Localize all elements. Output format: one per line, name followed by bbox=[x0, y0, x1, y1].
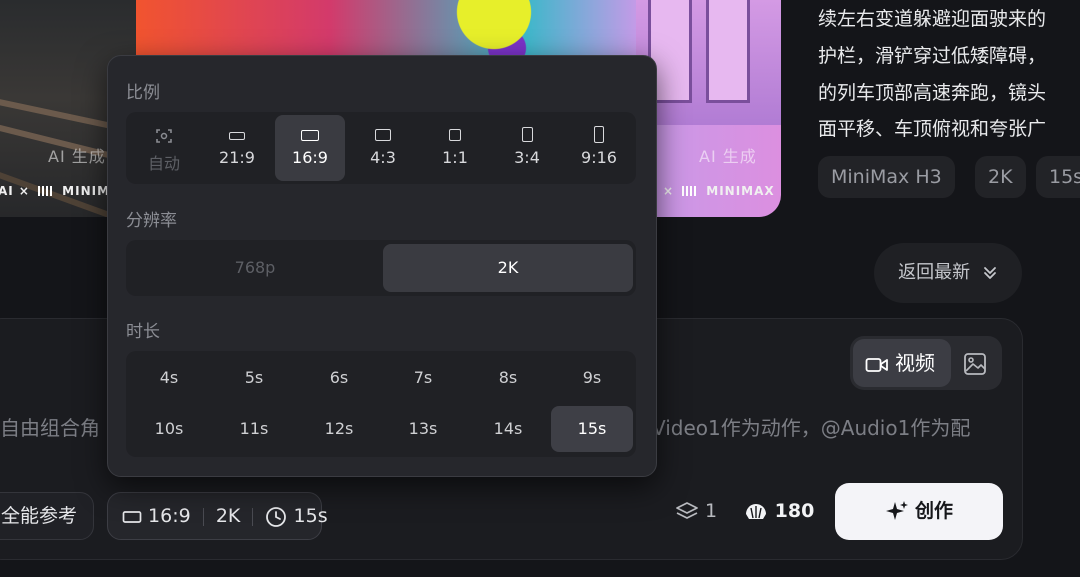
duration-option-9s[interactable]: 9s bbox=[551, 355, 633, 401]
ai-generated-tag: AI 生成 bbox=[699, 147, 757, 166]
duration-option-13s[interactable]: 13s bbox=[382, 406, 464, 452]
ratio-section-title: 比例 bbox=[126, 83, 160, 103]
model-tag: MiniMax H3 bbox=[818, 156, 955, 198]
minimax-logo-icon bbox=[38, 185, 55, 196]
divider bbox=[252, 507, 254, 526]
ratio-option-16-9[interactable]: 16:9 bbox=[275, 115, 345, 181]
duration-option-7s[interactable]: 7s bbox=[382, 355, 464, 401]
duration-selector: 4s 5s 6s 7s 8s 9s 10s 11s 12s 13s 14s 15… bbox=[126, 351, 636, 457]
back-to-latest-button[interactable]: 返回最新 bbox=[874, 243, 1022, 303]
ratio-3-4-icon bbox=[521, 127, 533, 142]
layers-icon bbox=[676, 501, 698, 519]
ratio-1-1-icon bbox=[449, 129, 461, 141]
reference-mode-label: 全能参考 bbox=[1, 505, 78, 527]
video-mode-label: 视频 bbox=[895, 351, 935, 375]
prompt-input-text[interactable]: Video1作为动作，@Audio1作为配 bbox=[652, 412, 970, 441]
ratio-option-4-3[interactable]: 4:3 bbox=[348, 115, 418, 181]
credits-shell-icon bbox=[746, 503, 766, 519]
prompt-input-text[interactable]: 自由组合角 bbox=[0, 412, 100, 441]
layers-count: 1 bbox=[705, 500, 718, 522]
description-line: 续左右变道躲避迎面驶来的 bbox=[818, 8, 1047, 30]
clock-icon bbox=[266, 506, 287, 527]
ratio-4-3-icon bbox=[375, 129, 391, 141]
layers-counter[interactable]: 1 bbox=[675, 498, 717, 524]
resolution-option-768p[interactable]: 768p bbox=[130, 244, 380, 292]
ratio-option-21-9[interactable]: 21:9 bbox=[202, 115, 272, 181]
ratio-option-label: 9:16 bbox=[581, 148, 617, 167]
duration-tag: 15s bbox=[1036, 156, 1080, 198]
description-line: 面平移、车顶俯视和夸张广 bbox=[818, 118, 1047, 140]
ratio-option-label: 自动 bbox=[147, 154, 180, 173]
credits-value: 180 bbox=[774, 500, 815, 522]
train-car bbox=[636, 0, 781, 125]
double-chevron-down-icon bbox=[983, 267, 996, 279]
resolution-option-2k[interactable]: 2K bbox=[383, 244, 633, 292]
generation-settings-popover: 比例 自动 21:9 16:9 4:3 1:1 3:4 9:16 分辨率 768… bbox=[107, 55, 657, 477]
aspect-ratio-icon bbox=[122, 510, 142, 523]
ratio-9-16-icon bbox=[594, 126, 604, 143]
sparkle-icon bbox=[885, 500, 908, 520]
credits-display: 180 bbox=[744, 498, 814, 524]
create-button[interactable]: 创作 bbox=[835, 483, 1003, 540]
duration-option-11s[interactable]: 11s bbox=[213, 406, 295, 452]
ratio-option-label: 16:9 bbox=[292, 148, 328, 167]
duration-option-12s[interactable]: 12s bbox=[298, 406, 380, 452]
reference-mode-button[interactable]: 全能参考 bbox=[0, 492, 94, 540]
description-line: 护栏，滑铲穿过低矮障碍， bbox=[818, 45, 1047, 67]
brand-watermark: × MINIMAX bbox=[663, 184, 775, 198]
ratio-option-label: 4:3 bbox=[370, 148, 396, 167]
video-camera-icon bbox=[865, 357, 888, 372]
resolution-section-title: 分辨率 bbox=[126, 211, 177, 231]
ai-generated-tag: AI 生成 bbox=[48, 147, 106, 166]
ratio-option-label: 1:1 bbox=[442, 148, 468, 167]
auto-frame-icon bbox=[156, 129, 172, 143]
duration-option-6s[interactable]: 6s bbox=[298, 355, 380, 401]
duration-option-5s[interactable]: 5s bbox=[213, 355, 295, 401]
duration-option-8s[interactable]: 8s bbox=[467, 355, 549, 401]
settings-duration: 15s bbox=[293, 505, 328, 527]
settings-ratio: 16:9 bbox=[148, 505, 191, 527]
create-label: 创作 bbox=[914, 500, 953, 522]
description-line: 的列车顶部高速奔跑，镜头 bbox=[818, 82, 1047, 104]
resolution-selector: 768p 2K bbox=[126, 240, 636, 296]
ratio-option-3-4[interactable]: 3:4 bbox=[492, 115, 562, 181]
duration-section-title: 时长 bbox=[126, 322, 160, 342]
image-icon[interactable] bbox=[962, 351, 988, 377]
generation-settings-button[interactable]: 16:9 2K 15s bbox=[107, 492, 328, 540]
character-figure bbox=[416, 0, 546, 60]
settings-resolution: 2K bbox=[215, 505, 241, 527]
ratio-option-label: 21:9 bbox=[219, 148, 255, 167]
ratio-16-9-icon bbox=[301, 130, 319, 141]
back-to-latest-label: 返回最新 bbox=[898, 262, 971, 283]
duration-option-4s[interactable]: 4s bbox=[128, 355, 210, 401]
ratio-option-auto[interactable]: 自动 bbox=[129, 115, 199, 181]
ratio-option-label: 3:4 bbox=[514, 148, 540, 167]
duration-option-10s[interactable]: 10s bbox=[128, 406, 210, 452]
ratio-option-1-1[interactable]: 1:1 bbox=[420, 115, 490, 181]
divider bbox=[202, 507, 204, 526]
minimax-logo-icon bbox=[682, 185, 699, 196]
ratio-option-9-16[interactable]: 9:16 bbox=[564, 115, 634, 181]
duration-option-15s[interactable]: 15s bbox=[551, 406, 633, 452]
duration-option-14s[interactable]: 14s bbox=[467, 406, 549, 452]
video-mode-button[interactable]: 视频 bbox=[853, 339, 951, 387]
ratio-selector: 自动 21:9 16:9 4:3 1:1 3:4 9:16 bbox=[126, 112, 636, 184]
ratio-21-9-icon bbox=[229, 132, 245, 140]
resolution-tag: 2K bbox=[975, 156, 1026, 198]
